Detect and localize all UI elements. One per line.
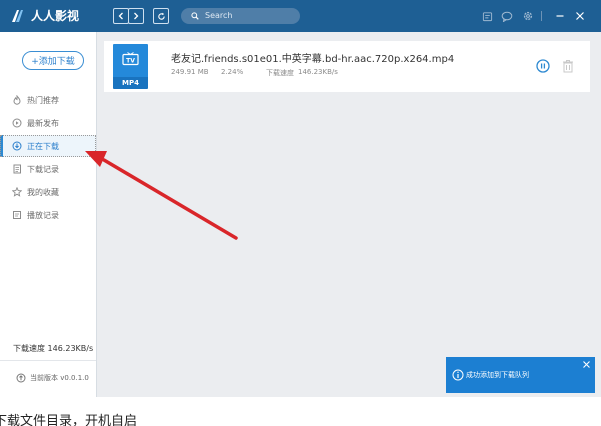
close-icon [576,12,584,20]
sidebar-item-latest[interactable]: 最新发布 [0,112,96,134]
sidebar-item-favorites[interactable]: 我的收藏 [0,181,96,203]
sidebar-item-label: 下载记录 [27,164,59,174]
chat-button[interactable] [500,9,514,23]
play-circle-icon [11,117,23,129]
forward-button[interactable] [128,8,144,24]
file-thumbnail: TV MP4 [113,44,148,89]
close-button[interactable] [573,9,587,23]
speed-label: 下载速度 [266,69,294,77]
document-icon [11,163,23,175]
sidebar-item-downloading[interactable]: 正在下载 [0,135,96,157]
tv-icon: TV [122,52,139,66]
toast-notification: 成功添加到下载队列 [446,357,595,393]
refresh-icon [157,12,165,20]
toolbar-divider [541,11,542,21]
sidebar-item-label: 播放记录 [27,210,59,220]
app-logo-icon [12,10,23,22]
back-button[interactable] [113,8,129,24]
minimize-icon [556,15,564,17]
star-icon [11,186,23,198]
sidebar-item-hot[interactable]: 热门推荐 [0,89,96,111]
chevron-left-icon [118,12,123,20]
main-content: TV MP4 老友记.friends.s01e01.中英字幕.bd-hr.aac… [97,32,601,397]
version-text: 当前版本 v0.0.1.0 [30,374,89,382]
download-speed: 146.23KB/s [298,68,338,76]
folder-button[interactable] [480,9,494,23]
toast-close-icon[interactable] [582,360,591,369]
chat-icon [501,11,513,22]
file-type-label: MP4 [113,77,148,89]
info-icon [452,369,464,381]
pause-button[interactable] [536,59,550,73]
sidebar-item-label: 热门推荐 [27,95,59,105]
title-bar: 人人影视 [0,0,601,32]
sidebar-item-label: 最新发布 [27,118,59,128]
download-progress: 2.24% [221,68,244,76]
history-icon [11,209,23,221]
file-name: 老友记.friends.s01e01.中英字幕.bd-hr.aac.720p.x… [171,54,455,65]
version-info: 当前版本 v0.0.1.0 [16,373,89,383]
add-download-button[interactable]: +添加下载 [22,51,84,70]
upload-icon [16,373,26,383]
svg-text:TV: TV [126,58,135,65]
settings-icon [523,11,533,21]
download-item[interactable]: TV MP4 老友记.friends.s01e01.中英字幕.bd-hr.aac… [104,41,590,92]
sidebar: +添加下载 热门推荐 最新发布 正在下载 下载记录 我的收藏 播放记录 下载速度… [0,32,97,397]
minimize-button[interactable] [553,9,567,23]
download-speed-summary: 下载速度 146.23KB/s [13,344,94,353]
search-input[interactable] [205,8,295,24]
sidebar-item-label: 我的收藏 [27,187,59,197]
sidebar-item-history[interactable]: 播放记录 [0,204,96,226]
delete-button[interactable] [562,59,574,73]
file-size: 249.91 MB [171,68,209,76]
refresh-button[interactable] [153,8,169,24]
folder-icon [482,11,492,21]
sidebar-divider [0,360,96,361]
sidebar-item-label: 正在下载 [27,141,59,151]
search-box[interactable] [181,8,300,24]
settings-button[interactable] [521,9,535,23]
sidebar-item-records[interactable]: 下载记录 [0,158,96,180]
download-icon [11,140,23,152]
app-title: 人人影视 [31,9,80,23]
toast-message: 成功添加到下载队列 [466,371,529,379]
flame-icon [11,94,23,106]
app-window: 人人影视 +添加下载 [0,0,601,426]
search-icon [191,12,199,20]
chevron-right-icon [134,12,139,20]
caption-text: 下载文件目录，开机自启 [0,414,138,426]
